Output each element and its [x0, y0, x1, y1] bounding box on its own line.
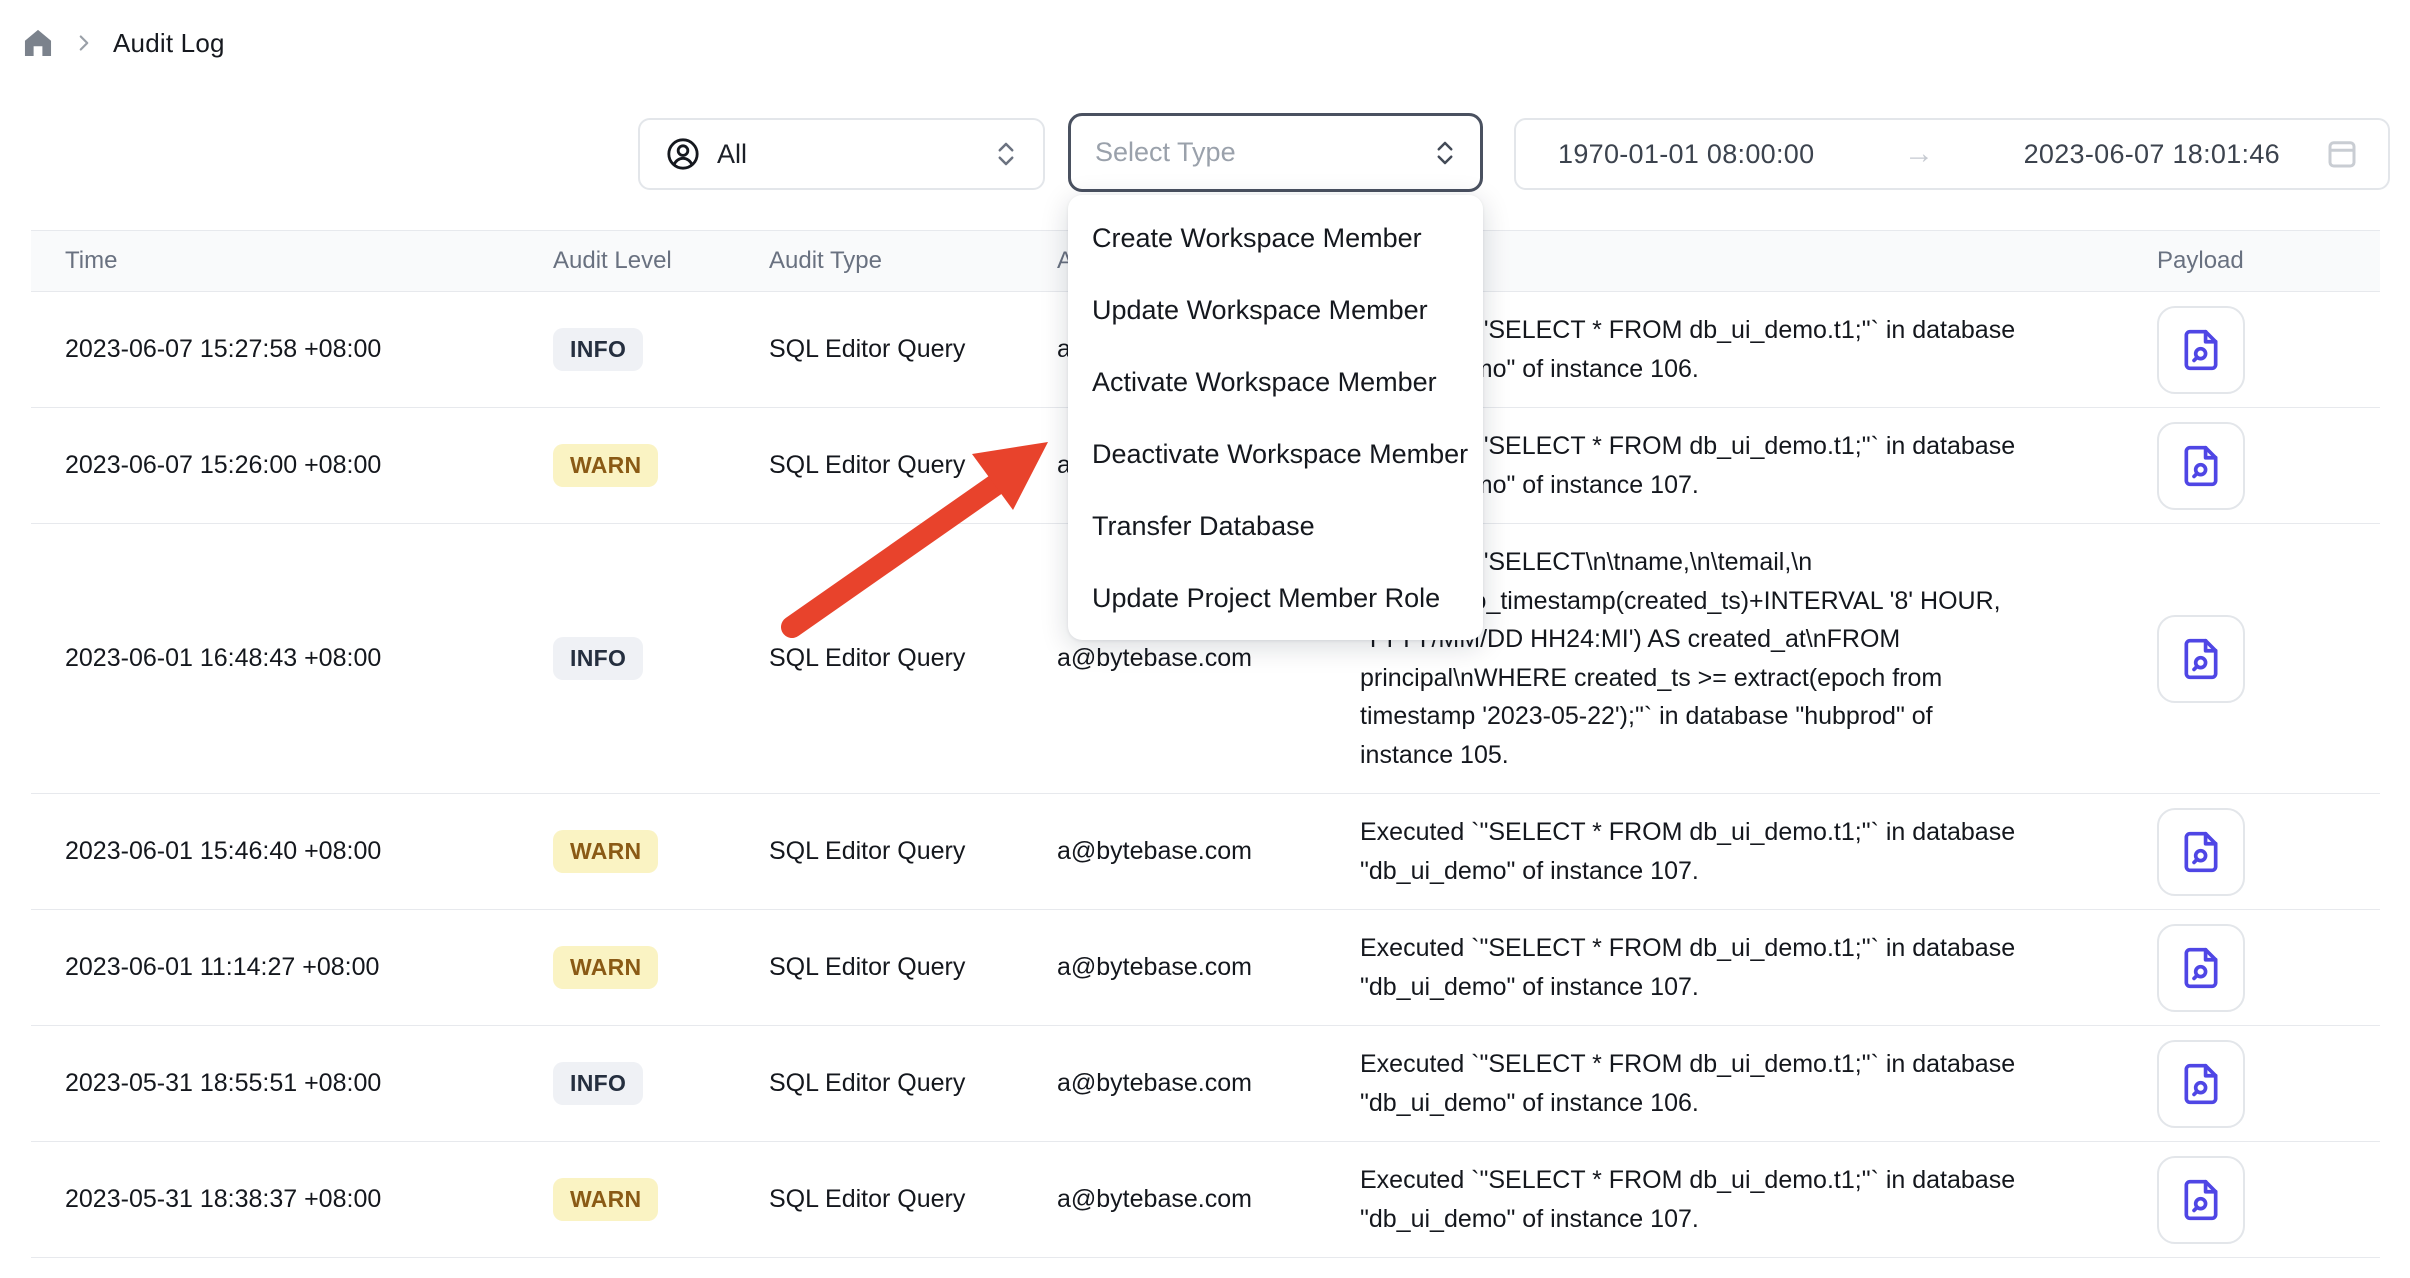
type-filter-select[interactable]: Select Type: [1068, 113, 1483, 192]
next-row-partial: [31, 1258, 2380, 1278]
audit-type: SQL Editor Query: [769, 953, 1057, 982]
audit-type: SQL Editor Query: [769, 451, 1057, 480]
status-badge: INFO: [553, 637, 643, 680]
col-header-type: Audit Type: [769, 247, 1057, 275]
status-badge: WARN: [553, 946, 658, 989]
menu-item-update-project-member-role[interactable]: Update Project Member Role: [1068, 562, 1483, 634]
menu-item-activate-workspace-member[interactable]: Activate Workspace Member: [1068, 346, 1483, 418]
audit-comment: Executed `"SELECT * FROM db_ui_demo.t1;"…: [1330, 1026, 2130, 1141]
chevron-right-icon: [71, 30, 97, 56]
audit-type: SQL Editor Query: [769, 1185, 1057, 1214]
view-payload-button[interactable]: [2157, 615, 2245, 703]
col-header-time: Time: [31, 247, 553, 275]
audit-type: SQL Editor Query: [769, 335, 1057, 364]
status-badge: WARN: [553, 444, 658, 487]
breadcrumb: Audit Log: [21, 26, 225, 60]
audit-time: 2023-06-01 16:48:43 +08:00: [31, 644, 553, 673]
table-row: 2023-06-01 15:46:40 +08:00 WARN SQL Edit…: [31, 794, 2380, 910]
file-search-icon: [2179, 637, 2223, 681]
calendar-icon: [2324, 136, 2360, 172]
audit-type: SQL Editor Query: [769, 1069, 1057, 1098]
audit-time: 2023-05-31 18:55:51 +08:00: [31, 1069, 553, 1098]
file-search-icon: [2179, 444, 2223, 488]
audit-actor: a@bytebase.com: [1057, 837, 1330, 866]
arrow-right-icon: →: [1904, 137, 1934, 171]
file-search-icon: [2179, 1178, 2223, 1222]
date-range-picker[interactable]: 1970-01-01 08:00:00 → 2023-06-07 18:01:4…: [1514, 118, 2390, 190]
view-payload-button[interactable]: [2157, 808, 2245, 896]
actor-filter-value: All: [717, 139, 747, 170]
audit-actor: a@bytebase.com: [1057, 644, 1330, 673]
view-payload-button[interactable]: [2157, 924, 2245, 1012]
audit-time: 2023-05-31 18:38:37 +08:00: [31, 1185, 553, 1214]
chevrons-up-down-icon: [991, 139, 1021, 169]
audit-time: 2023-06-07 15:26:00 +08:00: [31, 451, 553, 480]
user-circle-icon: [666, 137, 700, 171]
menu-item-create-workspace-member[interactable]: Create Workspace Member: [1068, 202, 1483, 274]
date-range-start: 1970-01-01 08:00:00: [1558, 139, 1814, 170]
chevrons-up-down-icon: [1430, 138, 1460, 168]
file-search-icon: [2179, 1062, 2223, 1106]
audit-actor: a@bytebase.com: [1057, 1069, 1330, 1098]
audit-actor: a@bytebase.com: [1057, 1185, 1330, 1214]
status-badge: INFO: [553, 1062, 643, 1105]
menu-item-update-workspace-member[interactable]: Update Workspace Member: [1068, 274, 1483, 346]
audit-type: SQL Editor Query: [769, 644, 1057, 673]
audit-actor: a@bytebase.com: [1057, 953, 1330, 982]
actor-filter-select[interactable]: All: [638, 118, 1045, 190]
view-payload-button[interactable]: [2157, 422, 2245, 510]
col-header-level: Audit Level: [553, 247, 769, 275]
table-row: 2023-06-01 11:14:27 +08:00 WARN SQL Edit…: [31, 910, 2380, 1026]
audit-comment: Executed `"SELECT * FROM db_ui_demo.t1;"…: [1330, 910, 2130, 1025]
col-header-payload: Payload: [2130, 247, 2380, 275]
page-title: Audit Log: [113, 28, 225, 59]
file-search-icon: [2179, 328, 2223, 372]
status-badge: WARN: [553, 1178, 658, 1221]
audit-time: 2023-06-01 11:14:27 +08:00: [31, 953, 553, 982]
type-filter-placeholder: Select Type: [1095, 137, 1236, 168]
table-row: 2023-05-31 18:55:51 +08:00 INFO SQL Edit…: [31, 1026, 2380, 1142]
view-payload-button[interactable]: [2157, 1040, 2245, 1128]
file-search-icon: [2179, 946, 2223, 990]
file-search-icon: [2179, 830, 2223, 874]
date-range-end: 2023-06-07 18:01:46: [2024, 139, 2280, 170]
menu-item-transfer-database[interactable]: Transfer Database: [1068, 490, 1483, 562]
table-row: 2023-05-31 18:38:37 +08:00 WARN SQL Edit…: [31, 1142, 2380, 1258]
audit-type: SQL Editor Query: [769, 837, 1057, 866]
view-payload-button[interactable]: [2157, 1156, 2245, 1244]
view-payload-button[interactable]: [2157, 306, 2245, 394]
menu-item-deactivate-workspace-member[interactable]: Deactivate Workspace Member: [1068, 418, 1483, 490]
type-dropdown-menu: Create Workspace Member Update Workspace…: [1068, 195, 1483, 640]
status-badge: WARN: [553, 830, 658, 873]
home-icon[interactable]: [21, 26, 55, 60]
audit-comment: Executed `"SELECT * FROM db_ui_demo.t1;"…: [1330, 1142, 2130, 1257]
audit-time: 2023-06-01 15:46:40 +08:00: [31, 837, 553, 866]
audit-comment: Executed `"SELECT * FROM db_ui_demo.t1;"…: [1330, 794, 2130, 909]
audit-time: 2023-06-07 15:27:58 +08:00: [31, 335, 553, 364]
status-badge: INFO: [553, 328, 643, 371]
